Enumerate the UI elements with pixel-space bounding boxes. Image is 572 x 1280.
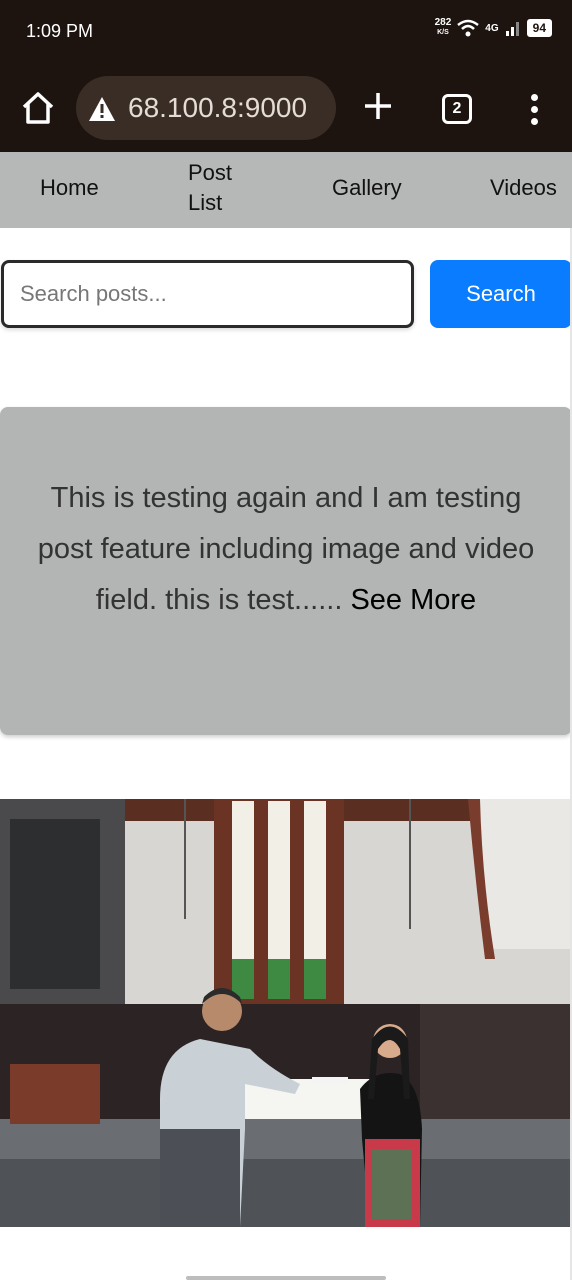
nav-gallery[interactable]: Gallery [332,173,402,203]
network-speed: 282 K/S [435,18,452,38]
battery-indicator: 94 [526,19,552,37]
status-icons: 282 K/S 4G 94 [435,18,552,38]
nav-home[interactable]: Home [40,173,99,203]
browser-toolbar: 68.100.8:9000 2 [0,64,572,152]
network-speed-unit: K/S [437,29,449,36]
network-type: 4G [485,22,499,34]
address-bar[interactable]: 68.100.8:9000 [76,76,336,140]
address-text: 68.100.8:9000 [128,92,308,123]
see-more-link[interactable]: See More [350,584,476,616]
signal-icon [505,22,519,36]
plus-icon[interactable] [360,88,396,124]
search-input[interactable] [1,260,414,328]
post-card: This is testing again and I am testing p… [0,407,572,735]
warning-icon[interactable] [88,96,116,122]
nav-videos[interactable]: Videos [490,173,557,203]
network-speed-value: 282 [434,17,452,28]
home-icon[interactable] [20,90,56,126]
tabs-icon[interactable]: 2 [442,94,472,124]
status-bar: 1:09 PM 282 K/S 4G 94 [0,0,572,64]
more-vert-icon[interactable] [524,92,544,126]
gesture-handle [186,1276,386,1280]
post-image[interactable] [0,799,572,1227]
search-button[interactable]: Search [430,260,572,328]
wifi-icon [457,19,480,37]
nav-post-list[interactable]: Post List [188,158,258,218]
site-navbar: Home Post List Gallery Videos [0,152,572,228]
status-time: 1:09 PM [26,21,94,41]
